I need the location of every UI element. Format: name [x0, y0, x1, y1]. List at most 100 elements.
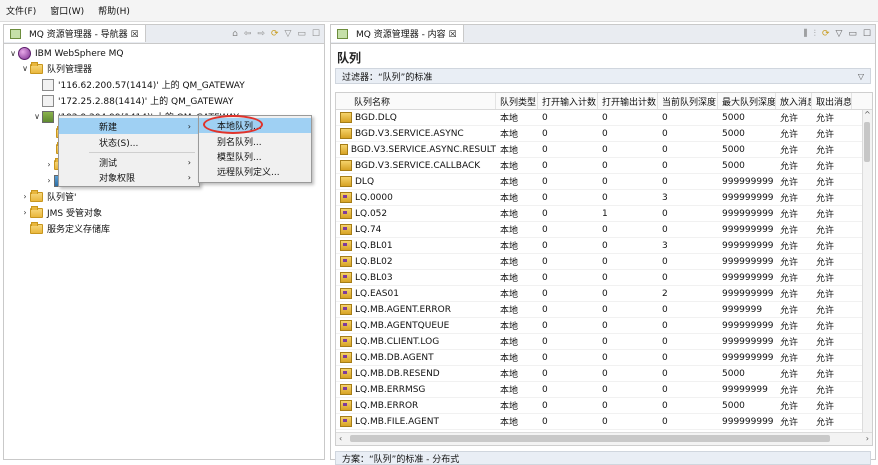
folder-icon [30, 189, 43, 202]
column-header[interactable]: 放入消息 [776, 93, 812, 109]
minimize-icon[interactable]: ▭ [848, 29, 857, 39]
column-header[interactable]: 打开输入计数 [538, 93, 598, 109]
queue-manager-icon [42, 78, 54, 91]
table-row[interactable]: LQ.MB.AGENTQUEUE 本地 0 0 0 999999999 允许 允许 [336, 318, 863, 334]
table-cell-put: 允许 [780, 322, 799, 332]
table-row[interactable]: LQ.MB.CLIENT.LOG 本地 0 0 0 999999999 允许 允许 [336, 334, 863, 350]
menu-item-status[interactable]: 状态(S)... [59, 134, 199, 150]
menu-item-alias-queue[interactable]: 别名队列... [199, 134, 311, 149]
scheme-bar[interactable]: 方案：“队列”的标准 - 分布式 [335, 451, 871, 465]
table-row[interactable]: BGD.DLQ 本地 0 0 0 5000 允许 允许 [336, 110, 863, 126]
column-header[interactable]: 队列类型 [496, 93, 538, 109]
forward-icon[interactable]: ⇨ [257, 29, 265, 39]
expand-icon[interactable]: › [20, 192, 30, 201]
tree-node-jms[interactable]: › JMS 受管对象 [20, 205, 102, 220]
collapse-icon[interactable]: ∨ [32, 112, 42, 121]
table-cell-name: LQ.EAS01 [336, 286, 496, 301]
tree-node-qm2[interactable]: '172.25.2.88(1414)' 上的 QM_GATEWAY [42, 93, 233, 108]
tree-label-qm2: '172.25.2.88(1414)' 上的 QM_GATEWAY [58, 97, 234, 107]
table-row[interactable]: LQ.MB.DB.AGENT 本地 0 0 0 999999999 允许 允许 [336, 350, 863, 366]
table-row[interactable]: LQ.EAS01 本地 0 0 2 999999999 允许 允许 [336, 286, 863, 302]
scroll-left-icon[interactable]: ‹ [339, 434, 342, 443]
table-cell-type: 本地 [500, 322, 519, 332]
expand-icon[interactable]: › [44, 160, 54, 169]
table-row[interactable]: BGD.V3.SERVICE.ASYNC.RESULT 本地 0 0 0 5000 允许 允许 [336, 142, 863, 158]
table-cell-get: 允许 [816, 402, 835, 412]
filter-icon[interactable]: ⫶ [814, 29, 816, 39]
table-cell-max: 999999999 [722, 272, 774, 283]
menu-window[interactable]: 窗口(W) [50, 4, 84, 17]
table-cell-get: 允许 [816, 354, 835, 364]
columns-icon[interactable]: ⫼ [804, 29, 808, 39]
column-header[interactable]: 最大队列深度 [718, 93, 776, 109]
column-header[interactable]: 当前队列深度 [658, 93, 718, 109]
tab-navigator[interactable]: MQ 资源管理器 - 导航器 ☒ [4, 25, 146, 42]
tree-node-queue-managers[interactable]: ∨ 队列管理器 [20, 61, 92, 76]
menu-item-test[interactable]: 测试 › [59, 154, 199, 170]
view-menu-icon[interactable]: ▽ [835, 29, 842, 39]
table-cell-out: 0 [602, 144, 608, 155]
table-row[interactable]: LQ.052 本地 0 1 0 999999999 允许 允许 [336, 206, 863, 222]
collapse-icon[interactable]: ∨ [20, 64, 30, 73]
table-cell-cur: 3 [662, 192, 668, 203]
table-row[interactable]: LQ.MB.FILE.AGENT 本地 0 0 0 999999999 允许 允许 [336, 414, 863, 430]
tree-node-root[interactable]: ∨ IBM WebSphere MQ [8, 46, 124, 61]
expand-icon[interactable]: › [44, 176, 54, 185]
table-row[interactable]: LQ.MB.DB.RESEND 本地 0 0 0 5000 允许 允许 [336, 366, 863, 382]
maximize-icon[interactable]: ☐ [863, 29, 871, 39]
table-row[interactable]: LQ.74 本地 0 0 0 999999999 允许 允许 [336, 222, 863, 238]
filter-bar[interactable]: 过滤器：“队列”的标准 ▽ [335, 68, 871, 84]
queue-manager-icon [42, 94, 54, 107]
view-menu-icon[interactable]: ▽ [284, 29, 291, 39]
table-cell-out: 0 [602, 384, 608, 395]
vertical-scrollbar[interactable]: ^ [862, 110, 872, 432]
table-row[interactable]: LQ.BL01 本地 0 0 3 999999999 允许 允许 [336, 238, 863, 254]
table-row[interactable]: LQ.BL03 本地 0 0 0 999999999 允许 允许 [336, 270, 863, 286]
chevron-down-icon[interactable]: ▽ [858, 72, 864, 81]
content-icon [337, 28, 348, 39]
menu-help[interactable]: 帮助(H) [98, 4, 130, 17]
websphere-icon [18, 47, 31, 60]
scroll-thumb-h[interactable] [350, 435, 830, 442]
horizontal-scrollbar[interactable]: ‹ › [336, 432, 872, 445]
menu-item-remote-queue[interactable]: 远程队列定义... [199, 164, 311, 179]
sync-icon[interactable]: ⟳ [822, 29, 830, 39]
minimize-icon[interactable]: ▭ [297, 29, 306, 39]
back-icon[interactable]: ⇦ [244, 29, 252, 39]
table-row[interactable]: LQ.MB.ERROR 本地 0 0 0 5000 允许 允许 [336, 398, 863, 414]
table-cell-name: BGD.V3.SERVICE.ASYNC [336, 126, 496, 141]
tree-node-cluster[interactable]: › 队列管' [20, 189, 76, 204]
table-row[interactable]: BGD.V3.SERVICE.CALLBACK 本地 0 0 0 5000 允许 允许 [336, 158, 863, 174]
table-row[interactable]: BGD.V3.SERVICE.ASYNC 本地 0 0 0 5000 允许 允许 [336, 126, 863, 142]
expand-icon[interactable]: › [20, 208, 30, 217]
scroll-right-icon[interactable]: › [866, 434, 869, 443]
sync-icon[interactable]: ⟳ [271, 29, 279, 39]
column-header[interactable]: 队列名称 [336, 93, 496, 109]
column-header[interactable]: 打开输出计数 [598, 93, 658, 109]
queue-icon [340, 192, 352, 203]
table-row[interactable]: LQ.MB.AGENT.ERROR 本地 0 0 0 9999999 允许 允许 [336, 302, 863, 318]
table-row[interactable]: LQ.MB.ERRMSG 本地 0 0 0 99999999 允许 允许 [336, 382, 863, 398]
scroll-up-icon[interactable]: ^ [864, 110, 871, 119]
home-icon[interactable]: ⌂ [232, 29, 238, 39]
menu-file[interactable]: 文件(F) [6, 4, 36, 17]
collapse-icon[interactable]: ∨ [8, 49, 18, 58]
tab-content[interactable]: MQ 资源管理器 - 内容 ☒ [331, 25, 464, 42]
table-row[interactable]: DLQ 本地 0 0 0 999999999 允许 允许 [336, 174, 863, 190]
column-header[interactable]: 取出消息 [812, 93, 852, 109]
table-cell-name: LQ.052 [336, 206, 496, 221]
table-cell-put: 允许 [780, 418, 799, 428]
table-header: 队列名称队列类型打开输入计数打开输出计数当前队列深度最大队列深度放入消息取出消息 [336, 93, 872, 110]
menu-item-auth[interactable]: 对象权限 › [59, 169, 199, 185]
table-row[interactable]: LQ.0000 本地 0 0 3 999999999 允许 允许 [336, 190, 863, 206]
menu-item-model-queue[interactable]: 模型队列... [199, 149, 311, 164]
scroll-thumb[interactable] [864, 122, 870, 162]
menu-item-new[interactable]: 新建 › [59, 118, 199, 134]
tree-node-service[interactable]: 服务定义存储库 [30, 221, 110, 236]
table-cell-in: 0 [542, 336, 548, 347]
table-cell-max: 999999999 [722, 288, 774, 299]
tree-node-qm1[interactable]: '116.62.200.57(1414)' 上的 QM_GATEWAY [42, 77, 245, 92]
maximize-icon[interactable]: ☐ [312, 29, 320, 39]
table-cell-type: 本地 [500, 258, 519, 268]
table-row[interactable]: LQ.BL02 本地 0 0 0 999999999 允许 允许 [336, 254, 863, 270]
